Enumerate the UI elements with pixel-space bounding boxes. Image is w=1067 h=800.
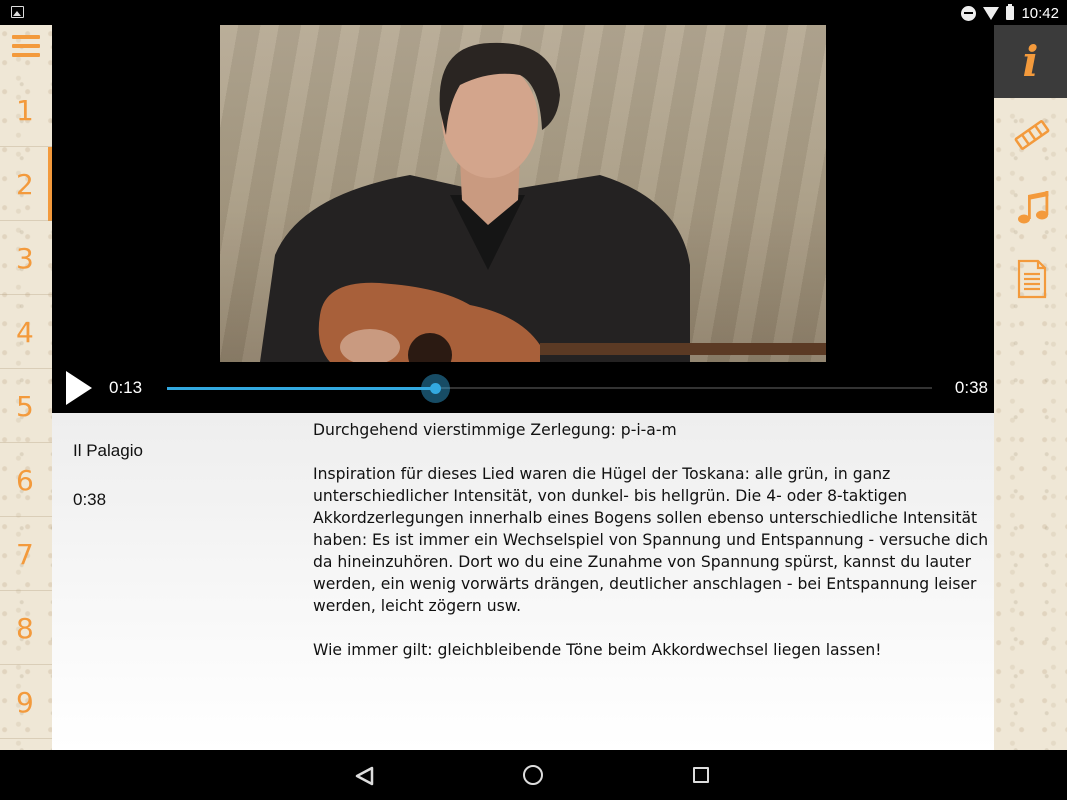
lesson-item-7[interactable]: 7 xyxy=(0,517,52,591)
home-icon[interactable] xyxy=(523,765,543,785)
lesson-number: 9 xyxy=(16,685,34,719)
sheet-document-icon[interactable] xyxy=(1014,259,1050,299)
lesson-sidebar: 1 2 3 4 5 6 7 8 9 xyxy=(0,25,52,750)
video-frame[interactable] xyxy=(220,25,826,362)
description-paragraph: Wie immer gilt: gleichbleibende Töne bei… xyxy=(313,641,882,659)
description-paragraph: Durchgehend vierstimmige Zerlegung: p-i-… xyxy=(313,421,677,439)
lesson-number: 7 xyxy=(16,537,34,571)
status-clock: 10:42 xyxy=(1021,4,1059,22)
lesson-number: 8 xyxy=(16,611,34,645)
lesson-number: 6 xyxy=(16,463,34,497)
info-icon: i xyxy=(1022,37,1039,86)
song-title: Il Palagio xyxy=(73,441,143,460)
lesson-content: Il Palagio 0:38 Durchgehend vierstimmige… xyxy=(52,413,994,750)
seek-bar[interactable] xyxy=(167,374,932,403)
info-tab[interactable]: i xyxy=(994,25,1067,98)
current-time: 0:13 xyxy=(109,378,143,397)
lesson-number: 1 xyxy=(16,93,34,127)
lesson-number: 4 xyxy=(16,315,34,349)
wifi-icon xyxy=(983,6,1000,20)
play-icon[interactable] xyxy=(66,371,92,405)
recent-apps-icon[interactable] xyxy=(693,767,709,783)
seek-progress xyxy=(167,387,435,390)
lesson-number: 3 xyxy=(16,241,34,275)
menu-icon[interactable] xyxy=(12,33,40,59)
lesson-item-6[interactable]: 6 xyxy=(0,443,52,517)
song-duration: 0:38 xyxy=(73,490,107,509)
tool-sidebar: i xyxy=(994,25,1067,750)
music-note-icon[interactable] xyxy=(1014,187,1050,227)
lesson-item-3[interactable]: 3 xyxy=(0,221,52,295)
gallery-icon xyxy=(11,6,24,18)
lesson-description: Durchgehend vierstimmige Zerlegung: p-i-… xyxy=(313,419,994,683)
back-icon[interactable] xyxy=(354,766,374,786)
media-controls: 0:13 0:38 xyxy=(52,363,994,413)
lesson-item-2[interactable]: 2 xyxy=(0,147,52,221)
do-not-disturb-icon xyxy=(961,5,977,21)
lesson-item-9[interactable]: 9 xyxy=(0,665,52,739)
performer-image xyxy=(260,42,826,362)
status-bar: 10:42 xyxy=(0,0,1067,25)
lesson-number: 2 xyxy=(16,167,34,201)
lesson-item-8[interactable]: 8 xyxy=(0,591,52,665)
system-navigation-bar xyxy=(0,750,1067,800)
lesson-item-4[interactable]: 4 xyxy=(0,295,52,369)
seek-handle[interactable] xyxy=(420,374,450,403)
lesson-number: 5 xyxy=(16,389,34,423)
total-duration: 0:38 xyxy=(954,378,988,397)
lesson-item-1[interactable]: 1 xyxy=(0,73,52,147)
lesson-item-5[interactable]: 5 xyxy=(0,369,52,443)
battery-icon xyxy=(1006,4,1015,20)
description-paragraph: Inspiration für dieses Lied waren die Hü… xyxy=(313,465,989,615)
video-player[interactable] xyxy=(52,25,994,363)
guitar-neck-icon[interactable] xyxy=(1014,115,1050,155)
